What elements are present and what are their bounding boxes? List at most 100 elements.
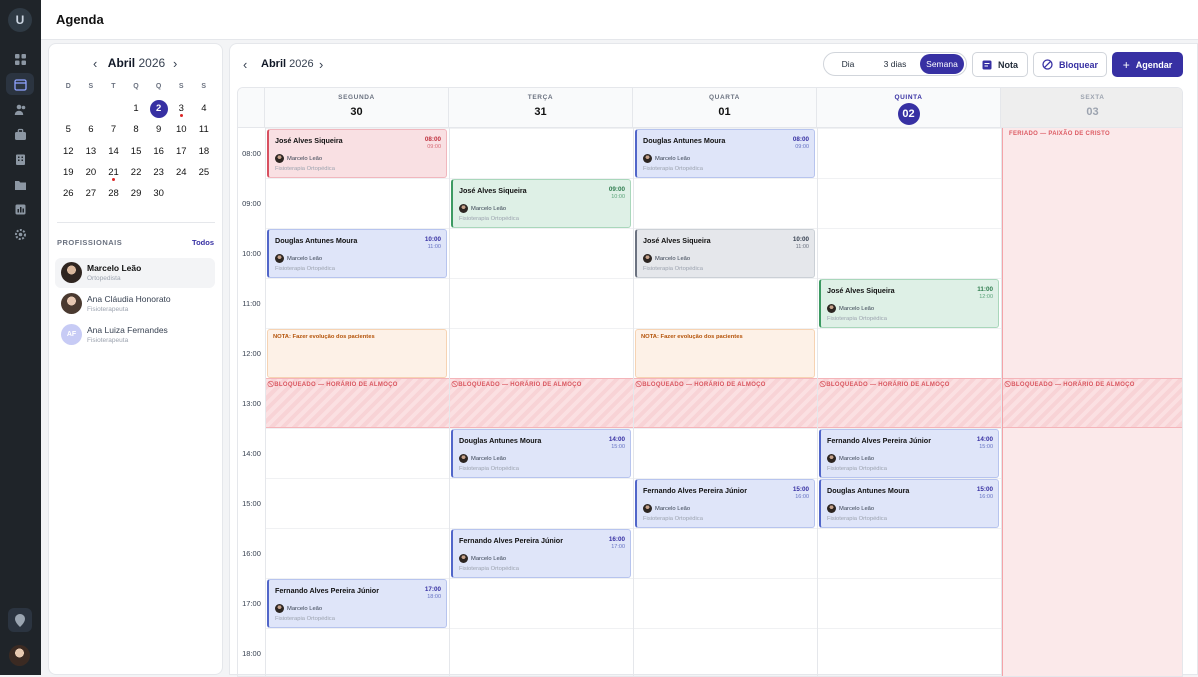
mini-calendar-day[interactable]: 30 [147,183,170,204]
start-time: 15:00 [977,486,993,493]
professional-name: Marcelo Leão [839,456,874,462]
view-week-button[interactable]: Semana [920,54,964,74]
mini-calendar-day[interactable]: 28 [102,183,125,204]
settings-icon[interactable] [6,223,34,245]
appointment-card[interactable]: José Alves Siqueira10:0011:00Marcelo Leã… [635,229,815,278]
mini-calendar-day[interactable]: 10 [170,119,193,140]
block-label: ⃠ BLOQUEADO — HORÁRIO DE ALMOÇO [824,382,1001,389]
end-time: 12:00 [979,294,993,300]
mini-calendar-empty [170,183,193,204]
specialty-label: Fisioterapia Ortopédica [275,266,335,272]
mini-calendar-day[interactable]: 4 [193,98,216,119]
mini-calendar-day[interactable]: 12 [57,141,80,162]
day-number: 5 [66,124,71,135]
lunch-block[interactable]: ⃠ BLOQUEADO — HORÁRIO DE ALMOÇO [266,378,449,428]
appointment-card[interactable]: Fernando Alves Pereira Júnior17:0018:00M… [267,579,447,628]
lunch-block[interactable]: ⃠ BLOQUEADO — HORÁRIO DE ALMOÇO [450,378,633,428]
all-professionals-link[interactable]: Todos [192,238,214,247]
day-header[interactable]: QUINTA02 [817,88,1001,128]
users-icon[interactable] [6,98,34,120]
block-button[interactable]: Bloquear [1033,52,1107,77]
mini-calendar-day[interactable]: 16 [147,141,170,162]
note-card[interactable]: NOTA: Fazer evolução dos pacientes [267,329,447,378]
start-time: 11:00 [977,286,993,293]
mini-calendar-day[interactable]: 5 [57,119,80,140]
mini-calendar-day[interactable]: 8 [125,119,148,140]
next-month-chevron-icon[interactable]: › [173,56,177,71]
calendar-icon[interactable] [6,73,34,95]
user-avatar[interactable] [9,645,30,666]
location-pin-icon[interactable] [8,608,32,632]
appointment-card[interactable]: Douglas Antunes Moura10:0011:00Marcelo L… [267,229,447,278]
mini-calendar-day[interactable]: 13 [80,141,103,162]
app-logo[interactable]: U [8,8,32,32]
mini-calendar-day[interactable]: 22 [125,162,148,183]
mini-calendar-day[interactable]: 3 [170,98,193,119]
mini-calendar-day[interactable]: 27 [80,183,103,204]
weekday-label: S [192,83,215,90]
view-3days-button[interactable]: 3 dias [870,54,920,74]
mini-calendar-day[interactable]: 9 [147,119,170,140]
mini-calendar-day[interactable]: 6 [80,119,103,140]
mini-calendar-day[interactable]: 1 [125,98,148,119]
day-header[interactable]: SEGUNDA30 [265,88,449,128]
mini-calendar-day[interactable]: 15 [125,141,148,162]
mini-calendar-day[interactable]: 29 [125,183,148,204]
note-button[interactable]: Nota [972,52,1028,77]
mini-calendar-day[interactable]: 17 [170,141,193,162]
day-number: 27 [86,188,97,199]
month-name: Abril [108,56,135,70]
next-week-chevron-icon[interactable]: › [319,57,323,72]
day-number: 29 [131,188,142,199]
day-header[interactable]: QUARTA01 [633,88,817,128]
block-text: BLOQUEADO — HORÁRIO DE ALMOÇO [826,382,949,388]
report-icon[interactable] [6,198,34,220]
mini-calendar-day[interactable]: 23 [147,162,170,183]
schedule-button[interactable]: + Agendar [1112,52,1183,77]
appointment-card[interactable]: Douglas Antunes Moura14:0015:00Marcelo L… [451,429,631,478]
prev-week-chevron-icon[interactable]: ‹ [243,57,247,72]
lunch-block[interactable]: ⃠ BLOQUEADO — HORÁRIO DE ALMOÇO [634,378,817,428]
mini-calendar-day[interactable]: 24 [170,162,193,183]
day-header[interactable]: TERÇA31 [449,88,633,128]
professional-name: Marcelo Leão [87,263,141,273]
professional-item[interactable]: Marcelo LeãoOrtopedista [55,258,215,288]
dashboard-icon[interactable] [6,48,34,70]
professional-item[interactable]: Ana Cláudia HonoratoFisioterapeuta [55,289,215,319]
appointment-card[interactable]: Douglas Antunes Moura15:0016:00Marcelo L… [819,479,999,528]
appointment-card[interactable]: José Alves Siqueira11:0012:00Marcelo Leã… [819,279,999,328]
professional-item[interactable]: AFAna Luiza FernandesFisioterapeuta [55,320,215,350]
specialty-label: Fisioterapia Ortopédica [827,466,887,472]
mini-calendar-day[interactable]: 25 [193,162,216,183]
professional-avatar [827,504,836,513]
weekday-label: Q [147,83,170,90]
mini-calendar-day[interactable]: 14 [102,141,125,162]
mini-calendar-day[interactable]: 18 [193,141,216,162]
avatar [61,293,82,314]
building-icon[interactable] [6,148,34,170]
mini-calendar-day[interactable]: 21 [102,162,125,183]
lunch-block[interactable]: ⃠ BLOQUEADO — HORÁRIO DE ALMOÇO [1003,378,1183,428]
mini-calendar-day[interactable]: 11 [193,119,216,140]
mini-calendar-day[interactable]: 2 [147,98,170,119]
appointment-card[interactable]: Fernando Alves Pereira Júnior16:0017:00M… [451,529,631,578]
appointment-card[interactable]: José Alves Siqueira08:0009:00Marcelo Leã… [267,129,447,178]
hour-label: 17:00 [238,599,265,608]
note-card[interactable]: NOTA: Fazer evolução dos pacientes [635,329,815,378]
appointment-card[interactable]: Fernando Alves Pereira Júnior14:0015:00M… [819,429,999,478]
appointment-card[interactable]: Fernando Alves Pereira Júnior15:0016:00M… [635,479,815,528]
day-header[interactable]: SEXTA03 [1001,88,1183,128]
patient-name: Douglas Antunes Moura [275,236,357,245]
mini-calendar-day[interactable]: 26 [57,183,80,204]
hour-label: 09:00 [238,199,265,208]
lunch-block[interactable]: ⃠ BLOQUEADO — HORÁRIO DE ALMOÇO [818,378,1001,428]
mini-calendar-day[interactable]: 7 [102,119,125,140]
mini-calendar-day[interactable]: 20 [80,162,103,183]
view-day-button[interactable]: Dia [826,54,870,74]
folder-icon[interactable] [6,173,34,195]
briefcase-icon[interactable] [6,123,34,145]
appointment-card[interactable]: José Alves Siqueira09:0010:00Marcelo Leã… [451,179,631,228]
appointment-card[interactable]: Douglas Antunes Moura08:0009:00Marcelo L… [635,129,815,178]
page-title: Agenda [56,12,104,27]
mini-calendar-day[interactable]: 19 [57,162,80,183]
